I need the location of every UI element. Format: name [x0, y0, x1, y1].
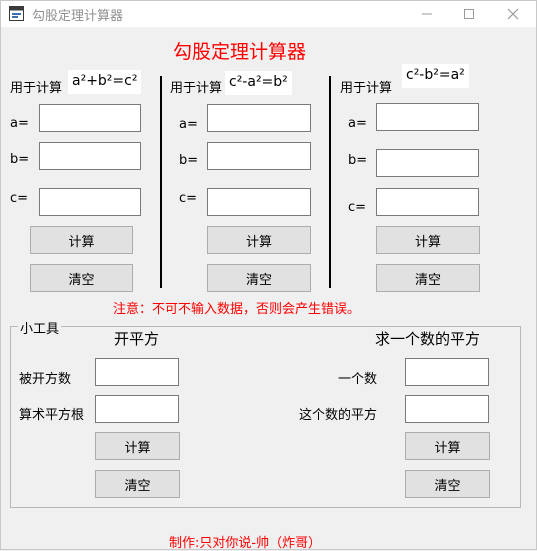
panel1-formula: a²+b²=c² — [68, 70, 142, 94]
panel3-b-input[interactable] — [376, 149, 479, 177]
title-bar: 勾股定理计算器 — [1, 1, 536, 27]
panel2-b-input[interactable] — [207, 142, 311, 170]
minimize-icon — [422, 13, 432, 15]
panel1-b-label: b= — [10, 152, 30, 167]
maximize-button[interactable] — [453, 1, 485, 27]
window-title: 勾股定理计算器 — [32, 9, 124, 24]
panel3-c-input[interactable] — [376, 188, 479, 216]
square-clear-button[interactable]: 清空 — [405, 470, 490, 498]
sqrt-result-input[interactable] — [95, 395, 179, 423]
minimize-button[interactable] — [411, 1, 443, 27]
sqrt-clear-button[interactable]: 清空 — [95, 470, 180, 498]
panel2-c-input[interactable] — [207, 188, 311, 216]
sqrt-title: 开平方 — [114, 330, 160, 348]
square-result-label: 这个数的平方 — [299, 408, 378, 423]
panel3-formula: c²-b²=a² — [402, 64, 469, 88]
panel2-clear-button[interactable]: 清空 — [207, 264, 311, 292]
square-result-input[interactable] — [405, 395, 489, 423]
panel3-a-input[interactable] — [376, 103, 479, 131]
panel1-b-input[interactable] — [39, 142, 141, 170]
panel1-a-label: a= — [10, 116, 29, 131]
square-calc-button[interactable]: 计算 — [405, 432, 490, 460]
sqrt-result-label: 算术平方根 — [19, 408, 85, 423]
close-button[interactable] — [497, 1, 529, 27]
tools-legend: 小工具 — [18, 318, 62, 337]
number-input[interactable] — [405, 358, 489, 386]
page-title: 勾股定理计算器 — [173, 41, 307, 63]
credits-text: 制作:只对你说-帅（炸哥） — [169, 536, 322, 551]
panel3-b-label: b= — [348, 153, 368, 168]
panel1-calc-button[interactable]: 计算 — [30, 226, 133, 254]
panel-divider-2 — [329, 76, 331, 288]
panel1-a-input[interactable] — [39, 104, 141, 132]
app-window-icon — [9, 6, 24, 21]
app-window: 勾股定理计算器 勾股定理计算器 用于计算 a²+b²=c² a= b= c= 计… — [0, 0, 537, 551]
radicand-label: 被开方数 — [19, 372, 72, 387]
panel2-c-label: c= — [179, 191, 198, 206]
panel1-clear-button[interactable]: 清空 — [30, 264, 133, 292]
panel1-prefix: 用于计算 — [10, 81, 63, 96]
maximize-icon — [464, 9, 474, 19]
panel2-calc-button[interactable]: 计算 — [207, 226, 311, 254]
radicand-input[interactable] — [95, 358, 179, 386]
square-title: 求一个数的平方 — [375, 330, 481, 348]
panel-divider-1 — [160, 76, 162, 288]
number-label: 一个数 — [338, 372, 378, 387]
panel2-b-label: b= — [179, 153, 199, 168]
panel3-c-label: c= — [348, 200, 367, 215]
panel3-clear-button[interactable]: 清空 — [376, 264, 480, 292]
sqrt-calc-button[interactable]: 计算 — [95, 432, 180, 460]
panel3-calc-button[interactable]: 计算 — [376, 226, 480, 254]
panel3-prefix: 用于计算 — [340, 81, 393, 96]
panel2-a-input[interactable] — [207, 104, 311, 132]
panel2-prefix: 用于计算 — [170, 81, 223, 96]
panel3-a-label: a= — [348, 116, 367, 131]
warning-text: 注意：不可不输入数据，否则会产生错误。 — [113, 302, 361, 317]
panel2-formula: c²-a²=b² — [225, 71, 292, 95]
close-icon — [507, 8, 519, 20]
panel1-c-input[interactable] — [39, 188, 141, 216]
panel1-c-label: c= — [10, 191, 29, 206]
panel2-a-label: a= — [179, 117, 198, 132]
